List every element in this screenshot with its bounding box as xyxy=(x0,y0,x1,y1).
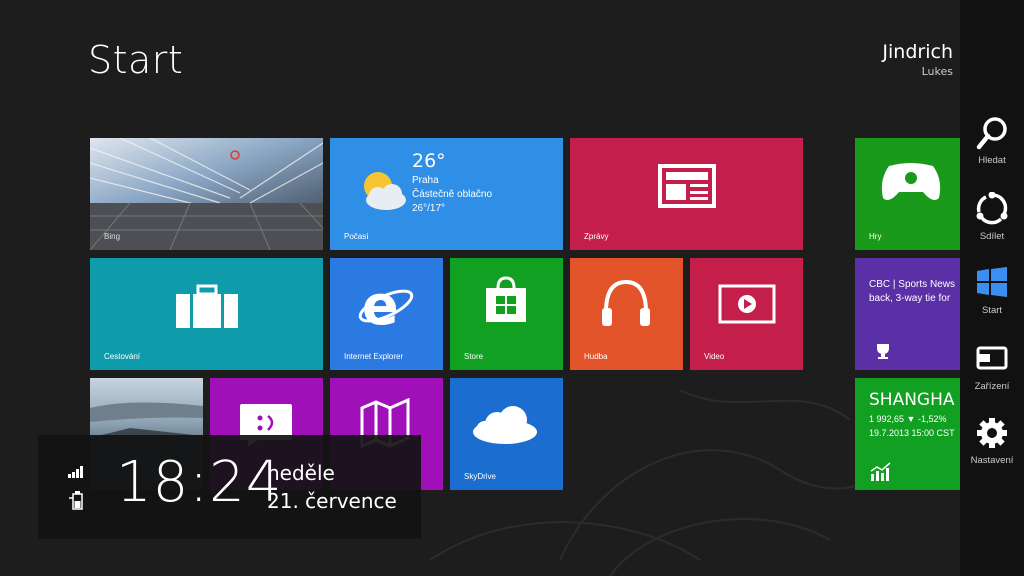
charm-search[interactable]: Hledat xyxy=(960,116,1024,186)
tile-label: Bing xyxy=(104,232,121,241)
share-icon xyxy=(976,192,1008,225)
weather-range: 26°/17° xyxy=(412,203,446,214)
finance-timestamp: 19.7.2013 15:00 CST xyxy=(869,428,955,438)
tile-weather[interactable]: 26° Praha Částečně oblačno 26°/17° Počas… xyxy=(330,138,563,250)
finance-index-name: SHANGHA xyxy=(869,390,955,410)
headphones-icon xyxy=(602,279,650,326)
user-first-name[interactable]: Jindrich xyxy=(882,41,953,63)
bing-photo-image xyxy=(90,138,323,250)
tile-skydrive[interactable]: SkyDrive xyxy=(450,378,563,490)
weather-temperature: 26° xyxy=(412,150,446,172)
finance-chart-icon xyxy=(870,462,891,481)
tile-label: Zprávy xyxy=(584,232,609,241)
tile-label: Hudba xyxy=(584,352,608,361)
clock-date: 21. července xyxy=(267,489,397,513)
tile-music[interactable]: Hudba xyxy=(570,258,683,370)
newspaper-icon xyxy=(658,164,716,208)
tile-finance[interactable]: SHANGHA 1 992,65 ▼ -1,52% 19.7.2013 15:0… xyxy=(855,378,960,490)
settings-icon xyxy=(977,418,1007,448)
charms-bar: Hledat Sdílet Start Zařízení Nastavení xyxy=(960,0,1024,576)
weather-condition: Částečně oblačno xyxy=(412,189,493,200)
charm-settings[interactable]: Nastavení xyxy=(960,416,1024,486)
suitcase-icon xyxy=(176,284,238,328)
signal-strength-icon xyxy=(68,466,83,478)
weather-cloud-sun-icon xyxy=(364,172,406,210)
charm-label: Start xyxy=(981,305,1003,316)
devices-icon xyxy=(976,346,1008,370)
finance-value: 1 992,65 ▼ -1,52% xyxy=(869,414,947,424)
charm-devices[interactable]: Zařízení xyxy=(960,342,1024,412)
tile-label: Internet Explorer xyxy=(344,352,404,361)
tile-label: Cestování xyxy=(104,352,141,361)
store-bag-icon xyxy=(486,276,526,322)
tile-label: Video xyxy=(704,352,725,361)
tile-label: Hry xyxy=(869,232,882,241)
tile-label: SkyDrive xyxy=(464,472,497,481)
charm-label: Sdílet xyxy=(979,231,1005,242)
tile-internet-explorer[interactable]: e Internet Explorer xyxy=(330,258,443,370)
sports-headline: CBC | Sports News back, 3-way tie for xyxy=(869,279,955,304)
tile-sports[interactable]: CBC | Sports News back, 3-way tie for xyxy=(855,258,960,370)
search-icon xyxy=(976,117,1007,150)
page-title: Start xyxy=(88,38,184,82)
skydrive-cloud-icon xyxy=(473,406,537,444)
charm-label: Nastavení xyxy=(970,455,1014,466)
user-last-name[interactable]: Lukes xyxy=(922,65,953,78)
tile-bing[interactable]: Bing xyxy=(90,138,323,250)
tile-news[interactable]: Zprávy xyxy=(570,138,803,250)
tile-travel[interactable]: Cestování xyxy=(90,258,323,370)
weather-city: Praha xyxy=(412,175,439,186)
charm-share[interactable]: Sdílet xyxy=(960,192,1024,262)
windows-icon xyxy=(977,267,1007,297)
tile-games[interactable]: Hry xyxy=(855,138,960,250)
internet-explorer-icon: e xyxy=(358,278,414,332)
xbox-controller-icon xyxy=(881,163,941,200)
tile-store[interactable]: Store xyxy=(450,258,563,370)
battery-icon xyxy=(69,491,83,510)
bing-search-icon xyxy=(230,150,240,160)
charm-label: Hledat xyxy=(978,155,1006,166)
tile-label: Store xyxy=(464,352,484,361)
tile-video[interactable]: Video xyxy=(690,258,803,370)
video-play-icon xyxy=(718,284,776,324)
trophy-icon xyxy=(877,344,889,359)
tile-label: Počasí xyxy=(344,232,369,241)
charm-label: Zařízení xyxy=(974,381,1010,392)
clock-time: 18:24 xyxy=(116,450,283,515)
clock-day: neděle xyxy=(267,461,335,485)
charm-start[interactable]: Start xyxy=(960,266,1024,336)
clock-overlay: 18:24 neděle 21. července xyxy=(38,435,421,539)
